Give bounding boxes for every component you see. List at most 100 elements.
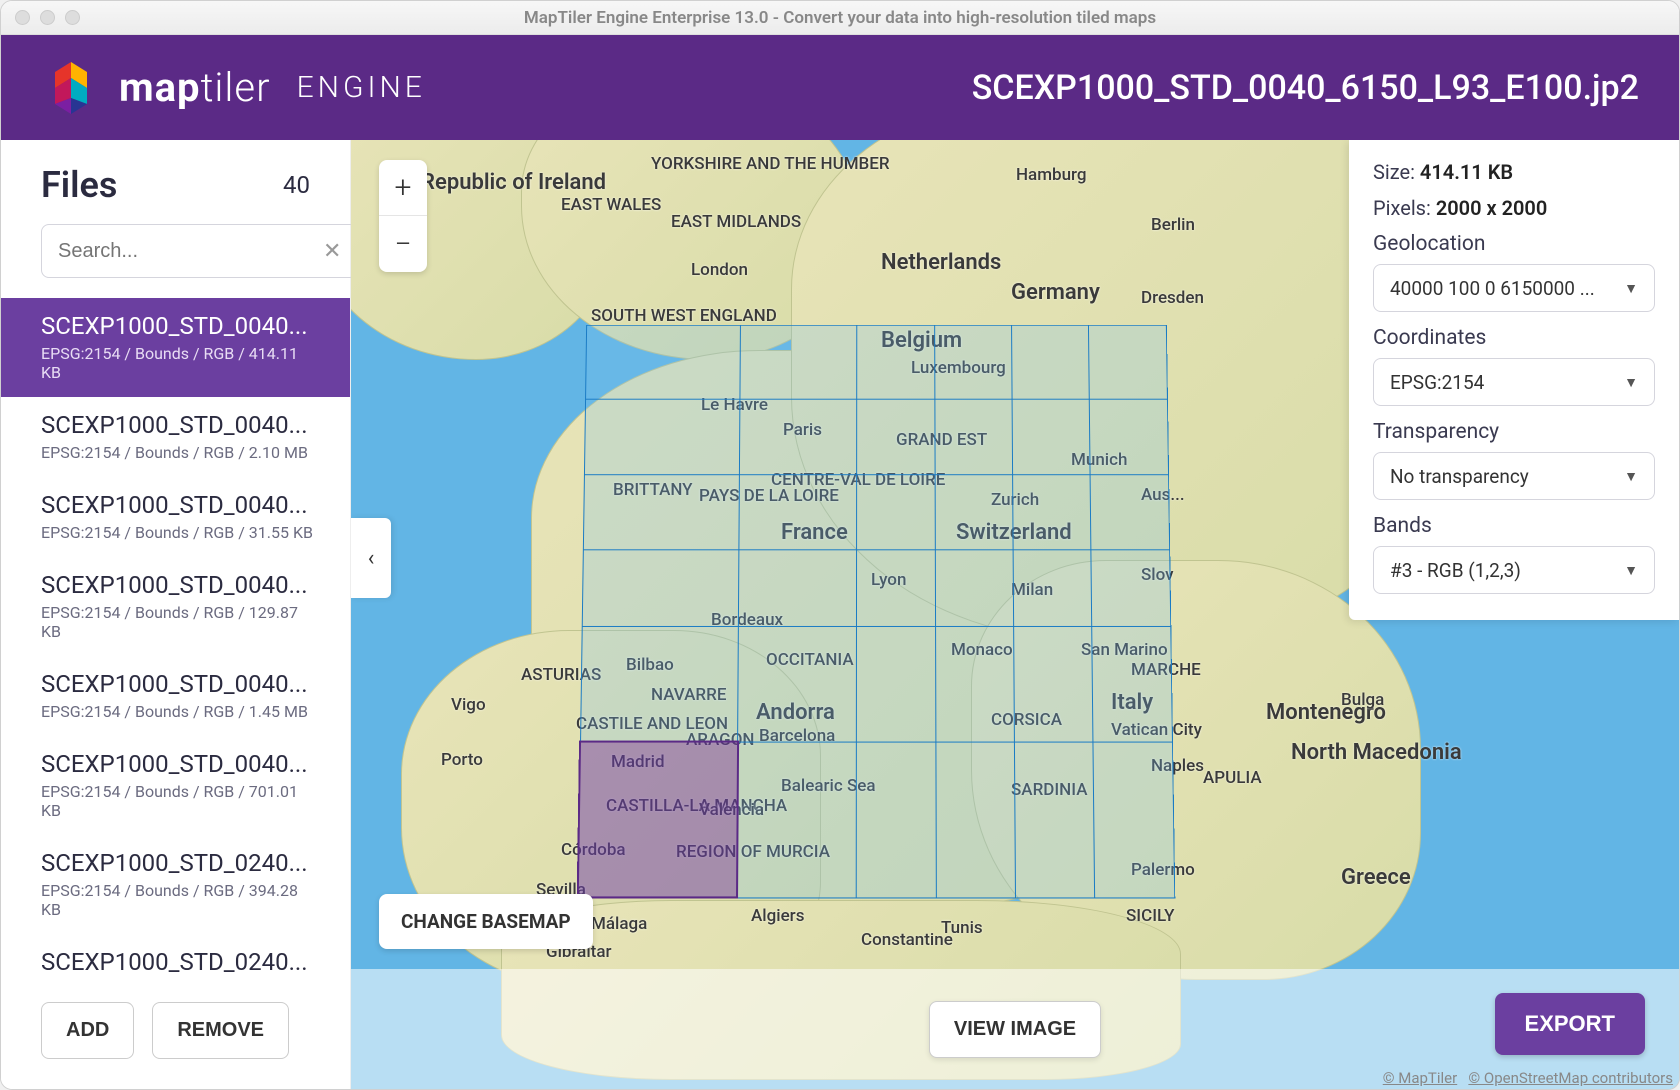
grid-cell[interactable] (857, 550, 936, 626)
file-item-name: SCEXP1000_STD_0040... (41, 411, 314, 439)
file-item-name: SCEXP1000_STD_0240... (41, 948, 314, 976)
grid-cell[interactable] (856, 626, 935, 741)
map-place-label: SICILY (1126, 906, 1174, 926)
attribution-osm[interactable]: © OpenStreetMap contributors (1468, 1069, 1673, 1087)
geolocation-label: Geolocation (1373, 232, 1655, 256)
file-item-meta: EPSG:2154 / Bounds / RGB / 31.55 KB (41, 523, 314, 542)
grid-cell[interactable] (739, 550, 857, 626)
zoom-out-button[interactable]: − (379, 216, 427, 272)
coordinates-select[interactable]: EPSG:2154 ▼ (1373, 358, 1655, 406)
coordinates-value: EPSG:2154 (1390, 371, 1484, 394)
add-button[interactable]: ADD (41, 1002, 134, 1059)
sidebar: Files 40 ✕ SCEXP1000_STD_0040...EPSG:215… (1, 140, 351, 1089)
geolocation-value: 40000 100 0 6150000 ... (1390, 277, 1595, 300)
grid-cell[interactable] (740, 325, 857, 399)
grid-cell[interactable] (1013, 550, 1092, 626)
grid-cell[interactable] (1091, 475, 1170, 551)
grid-cell[interactable] (583, 475, 740, 551)
grid-cell[interactable] (1014, 626, 1094, 741)
bands-label: Bands (1373, 514, 1655, 538)
search-input[interactable] (58, 240, 323, 263)
geolocation-select[interactable]: 40000 100 0 6150000 ... ▼ (1373, 264, 1655, 312)
file-item[interactable]: SCEXP1000_STD_0240... (1, 934, 350, 980)
grid-cell[interactable] (857, 400, 935, 475)
file-list[interactable]: SCEXP1000_STD_0040... EPSG:2154 / Bounds … (1, 298, 350, 980)
grid-cell[interactable] (585, 325, 741, 399)
grid-cell[interactable] (1014, 742, 1095, 898)
transparency-label: Transparency (1373, 420, 1655, 444)
map-place-label: APULIA (1203, 768, 1262, 788)
file-item[interactable]: SCEXP1000_STD_0040...EPSG:2154 / Bounds … (1, 736, 350, 835)
search-row: ✕ (1, 224, 350, 298)
file-item[interactable]: SCEXP1000_STD_0040...EPSG:2154 / Bounds … (1, 557, 350, 656)
map-area[interactable]: Republic of IrelandYORKSHIRE AND THE HUM… (351, 140, 1679, 1089)
attribution-maptiler[interactable]: © MapTiler (1383, 1069, 1457, 1087)
grid-cell[interactable] (856, 742, 936, 898)
tile-grid-overlay (577, 325, 1176, 899)
map-place-label: Algiers (751, 906, 804, 926)
grid-cell[interactable] (1089, 325, 1168, 399)
file-item[interactable]: SCEXP1000_STD_0040...EPSG:2154 / Bounds … (1, 477, 350, 557)
map-place-label: Málaga (591, 914, 647, 934)
collapse-sidebar-button[interactable]: ‹ (351, 518, 391, 598)
grid-cell[interactable] (935, 742, 1015, 898)
grid-cell[interactable] (1091, 550, 1170, 626)
map-place-label: Tunis (941, 918, 983, 938)
file-item-meta: EPSG:2154 / Bounds / RGB / 2.10 MB (41, 443, 314, 462)
file-item[interactable]: SCEXP1000_STD_0040...EPSG:2154 / Bounds … (1, 656, 350, 736)
map-place-label: Vigo (451, 695, 486, 715)
file-item-name: SCEXP1000_STD_0040... (41, 571, 314, 599)
map-place-label: Republic of Ireland (421, 170, 606, 195)
grid-cell[interactable] (740, 400, 857, 475)
zoom-in-button[interactable]: + (379, 160, 427, 216)
grid-cell[interactable] (739, 475, 856, 551)
grid-cell[interactable] (582, 550, 740, 626)
file-item[interactable]: SCEXP1000_STD_0040...EPSG:2154 / Bounds … (1, 298, 350, 397)
maptiler-logo-icon (41, 58, 101, 118)
grid-cell[interactable] (935, 626, 1014, 741)
prop-size-value: 414.11 KB (1420, 160, 1513, 184)
prop-pixels-value: 2000 x 2000 (1436, 196, 1547, 220)
view-image-button[interactable]: VIEW IMAGE (929, 1001, 1101, 1058)
file-item[interactable]: SCEXP1000_STD_0240...EPSG:2154 / Bounds … (1, 835, 350, 934)
transparency-value: No transparency (1390, 465, 1529, 488)
grid-cell[interactable] (580, 626, 739, 741)
map-place-label: London (691, 260, 748, 280)
clear-search-icon[interactable]: ✕ (323, 239, 341, 264)
grid-cell[interactable] (1093, 742, 1174, 898)
map-place-label: Hamburg (1016, 165, 1087, 185)
map-place-label: Netherlands (881, 250, 1001, 275)
grid-cell[interactable] (578, 742, 738, 898)
grid-cell[interactable] (857, 325, 935, 399)
grid-cell[interactable] (737, 742, 857, 898)
brand-suffix: ENGINE (297, 70, 426, 105)
file-item[interactable]: SCEXP1000_STD_0040... EPSG:2154 / Bounds … (1, 397, 350, 477)
remove-button[interactable]: REMOVE (152, 1002, 289, 1059)
grid-cell[interactable] (1090, 400, 1169, 475)
map-place-label: Dresden (1141, 288, 1204, 308)
file-item-meta: EPSG:2154 / Bounds / RGB / 414.11 KB (41, 344, 314, 382)
bands-select[interactable]: #3 - RGB (1,2,3) ▼ (1373, 546, 1655, 594)
grid-cell[interactable] (1013, 475, 1092, 551)
files-title: Files (41, 164, 117, 206)
window-title: MapTiler Engine Enterprise 13.0 - Conver… (1, 8, 1679, 28)
grid-cell[interactable] (584, 400, 740, 475)
grid-cell[interactable] (935, 550, 1014, 626)
grid-cell[interactable] (935, 475, 1013, 551)
grid-cell[interactable] (1092, 626, 1172, 741)
brand-logo: maptiler ENGINE (41, 58, 426, 118)
chevron-down-icon: ▼ (1624, 280, 1638, 297)
transparency-select[interactable]: No transparency ▼ (1373, 452, 1655, 500)
export-button[interactable]: EXPORT (1495, 993, 1645, 1055)
grid-cell[interactable] (934, 325, 1012, 399)
chevron-down-icon: ▼ (1624, 468, 1638, 485)
change-basemap-button[interactable]: CHANGE BASEMAP (379, 894, 593, 949)
grid-cell[interactable] (934, 400, 1012, 475)
current-filename: SCEXP1000_STD_0040_6150_L93_E100.jp2 (972, 68, 1639, 108)
grid-cell[interactable] (1012, 400, 1090, 475)
grid-cell[interactable] (857, 475, 935, 551)
bands-value: #3 - RGB (1,2,3) (1390, 559, 1521, 582)
grid-cell[interactable] (738, 626, 857, 741)
prop-pixels: Pixels: 2000 x 2000 (1373, 196, 1655, 220)
grid-cell[interactable] (1012, 325, 1090, 399)
